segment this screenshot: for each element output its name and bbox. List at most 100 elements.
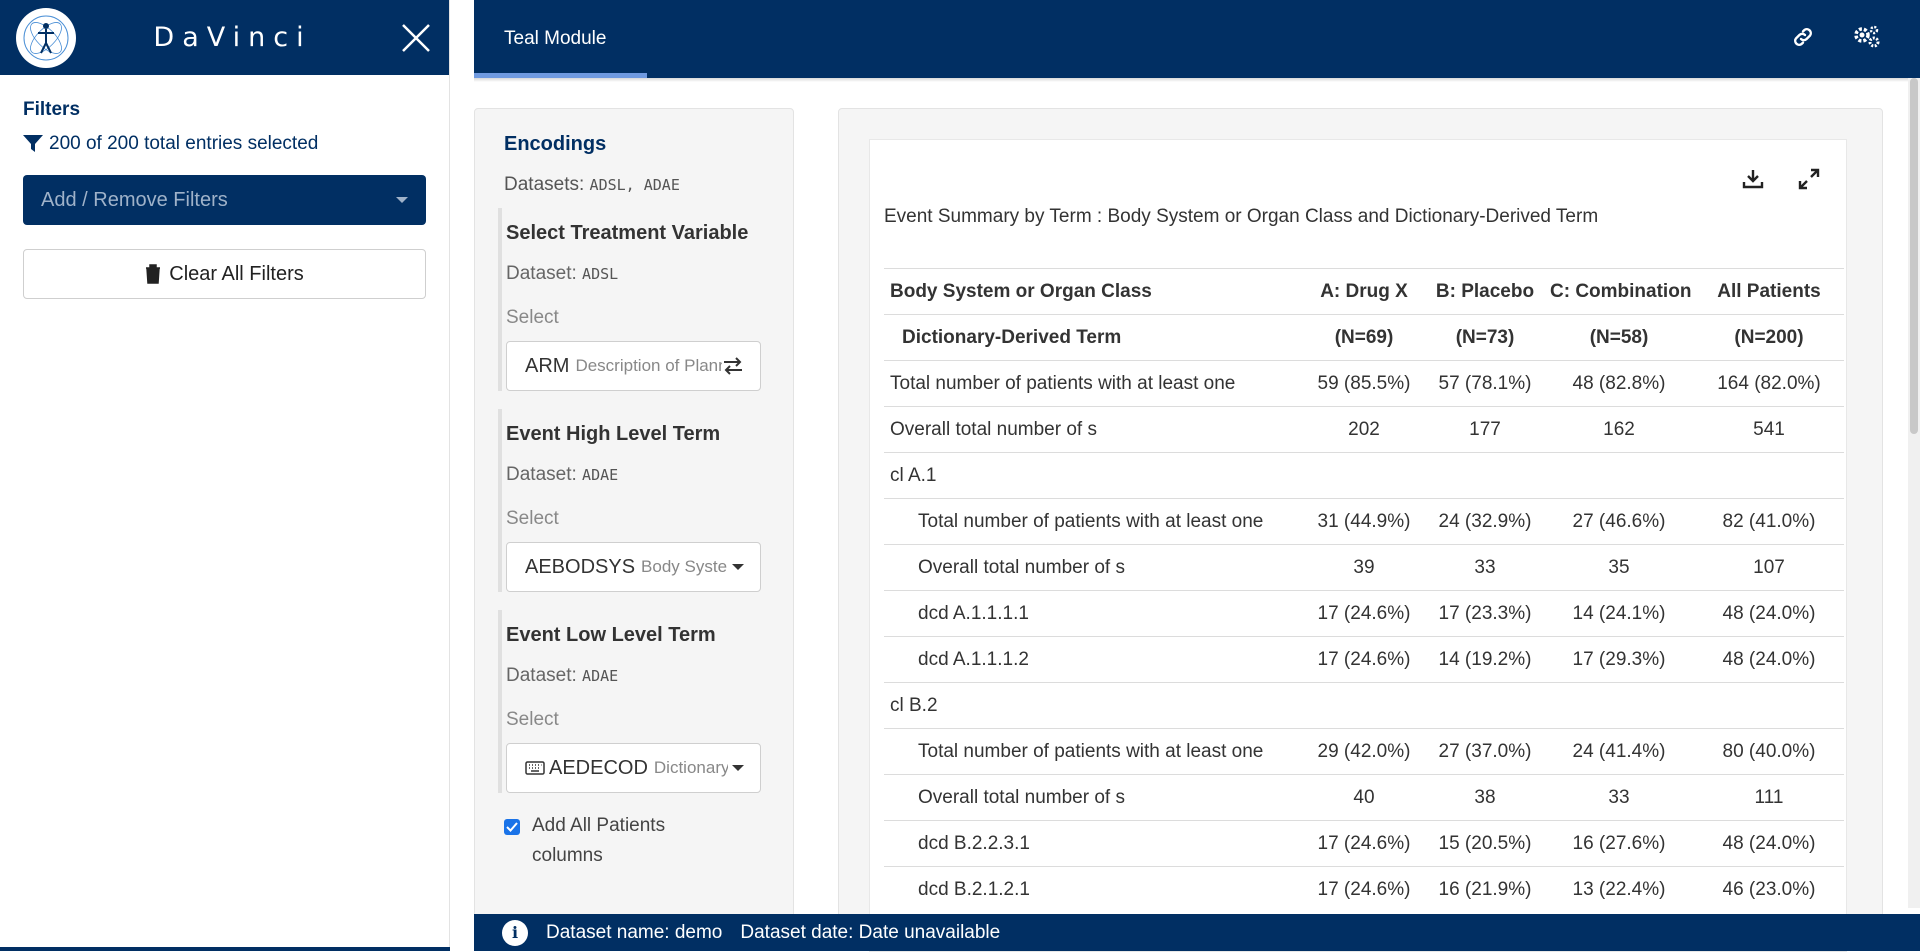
row-value: 57 (78.1%) — [1426, 361, 1544, 407]
high-level-term-block: Event High Level Term Dataset: ADAE Sele… — [498, 409, 764, 592]
row-value: 80 (40.0%) — [1694, 729, 1844, 775]
add-all-patients-checkbox[interactable] — [504, 819, 520, 835]
scrollbar-thumb[interactable] — [1910, 78, 1918, 434]
header-cell: All Patients — [1694, 269, 1844, 315]
row-value: 14 (19.2%) — [1426, 637, 1544, 683]
header-cell: (N=69) — [1302, 315, 1426, 361]
row-label: Total number of patients with at least o… — [884, 729, 1302, 775]
treatment-variable-select[interactable]: ARM Description of Planned Arm — [506, 341, 761, 391]
header-cell: C: Combination — [1544, 269, 1694, 315]
settings-button[interactable] — [1850, 20, 1884, 54]
page-scrollbar[interactable] — [1908, 78, 1920, 908]
low-level-term-block: Event Low Level Term Dataset: ADAE Selec… — [498, 610, 764, 793]
row-value: 48 (24.0%) — [1694, 821, 1844, 867]
row-value: 24 (32.9%) — [1426, 499, 1544, 545]
header-row-1: Body System or Organ Class A: Drug X B: … — [884, 269, 1844, 315]
expand-button[interactable] — [1792, 162, 1826, 196]
row-value: 17 (24.6%) — [1302, 867, 1426, 913]
close-icon — [400, 22, 432, 54]
app-brand: DaVinci — [76, 22, 399, 53]
tab-label: Teal Module — [504, 28, 606, 50]
row-value: 202 — [1302, 407, 1426, 453]
row-label: dcd B.2.1.2.1 — [884, 867, 1302, 913]
add-all-patients-row: Add All Patients columns — [504, 811, 764, 871]
row-value: 17 (29.3%) — [1544, 637, 1694, 683]
row-value: 17 (24.6%) — [1302, 637, 1426, 683]
bookmark-link-button[interactable] — [1786, 20, 1820, 54]
sidebar-header: DaVinci — [0, 0, 449, 75]
header-cell: B: Placebo — [1426, 269, 1544, 315]
encodings-panel: Encodings Datasets: ADSL, ADAE Select Tr… — [474, 108, 794, 918]
encodings-datasets: Datasets: ADSL, ADAE — [504, 174, 764, 196]
swap-arrows-icon — [722, 356, 744, 376]
row-value: 13 (22.4%) — [1544, 867, 1694, 913]
dataset-value: ADSL — [582, 265, 618, 283]
table-row: Overall total number of s393335107 — [884, 545, 1844, 591]
table-row: dcd B.2.1.2.117 (24.6%)16 (21.9%)13 (22.… — [884, 867, 1844, 913]
table-row: cl B.2 — [884, 683, 1844, 729]
table-row: Overall total number of s403833111 — [884, 775, 1844, 821]
table-title: Event Summary by Term : Body System or O… — [884, 206, 1598, 228]
sidebar-footer-line — [0, 947, 450, 951]
table-row: Total number of patients with at least o… — [884, 729, 1844, 775]
select-label: Select — [506, 307, 764, 329]
davinci-logo — [16, 8, 76, 68]
add-remove-filters-dropdown[interactable]: Add / Remove Filters — [23, 175, 426, 225]
block-title: Event Low Level Term — [506, 610, 764, 647]
row-value: 111 — [1694, 775, 1844, 821]
select-sub: Description of Planned Arm — [575, 356, 722, 376]
row-value: 14 (24.1%) — [1544, 591, 1694, 637]
check-icon — [506, 822, 518, 832]
high-level-term-select[interactable]: AEBODSYS Body System or Organ Class — [506, 542, 761, 592]
block-title: Event High Level Term — [506, 409, 764, 446]
row-value: 17 (24.6%) — [1302, 591, 1426, 637]
row-value: 17 (24.6%) — [1302, 821, 1426, 867]
row-value: 31 (44.9%) — [1302, 499, 1426, 545]
main-area: Teal Module Encodings Datasets: — [474, 0, 1920, 951]
dataset-value: ADAE — [582, 466, 618, 484]
close-sidebar-button[interactable] — [399, 21, 433, 55]
row-value: 39 — [1302, 545, 1426, 591]
header-cell: Body System or Organ Class — [884, 269, 1302, 315]
row-label: dcd B.2.2.3.1 — [884, 821, 1302, 867]
table-row: dcd A.1.1.1.217 (24.6%)14 (19.2%)17 (29.… — [884, 637, 1844, 683]
dataset-label: Dataset: — [506, 464, 577, 485]
dataset-label: Dataset: — [506, 665, 577, 686]
row-value: 48 (24.0%) — [1694, 637, 1844, 683]
row-value: 33 — [1426, 545, 1544, 591]
row-value: 29 (42.0%) — [1302, 729, 1426, 775]
datasets-label: Datasets: — [504, 174, 584, 195]
download-icon — [1742, 168, 1764, 190]
row-value: 59 (85.5%) — [1302, 361, 1426, 407]
download-button[interactable] — [1736, 162, 1770, 196]
tab-teal-module[interactable]: Teal Module — [474, 0, 647, 78]
select-value: ARM — [525, 355, 569, 378]
select-value: AEDECOD — [549, 757, 648, 780]
block-title: Select Treatment Variable — [506, 208, 764, 245]
header-cell: Dictionary-Derived Term — [884, 315, 1302, 361]
clear-all-filters-button[interactable]: Clear All Filters — [23, 249, 426, 299]
navbar-shadow — [474, 78, 1920, 82]
select-label: Select — [506, 709, 764, 731]
clear-all-filters-label: Clear All Filters — [169, 263, 303, 286]
row-value: 82 (41.0%) — [1694, 499, 1844, 545]
encodings-title: Encodings — [504, 133, 764, 156]
block-dataset: Dataset: ADAE — [506, 665, 764, 687]
row-value: 541 — [1694, 407, 1844, 453]
datasets-value: ADSL, ADAE — [590, 176, 680, 194]
row-value — [1426, 683, 1544, 729]
row-value: 17 (23.3%) — [1426, 591, 1544, 637]
low-level-term-select[interactable]: AEDECOD Dictionary-Derived Term — [506, 743, 761, 793]
row-label: Overall total number of s — [884, 775, 1302, 821]
row-value: 15 (20.5%) — [1426, 821, 1544, 867]
entries-text: 200 of 200 total entries selected — [49, 133, 318, 155]
table-row: Total number of patients with at least o… — [884, 361, 1844, 407]
treatment-variable-block: Select Treatment Variable Dataset: ADSL … — [498, 208, 764, 391]
header-cell: (N=58) — [1544, 315, 1694, 361]
gears-icon — [1852, 24, 1882, 50]
filters-title: Filters — [23, 99, 426, 121]
row-value — [1544, 683, 1694, 729]
footer-bar: i Dataset name: demo Dataset date: Date … — [474, 914, 1920, 951]
header-cell: (N=73) — [1426, 315, 1544, 361]
row-value — [1694, 683, 1844, 729]
